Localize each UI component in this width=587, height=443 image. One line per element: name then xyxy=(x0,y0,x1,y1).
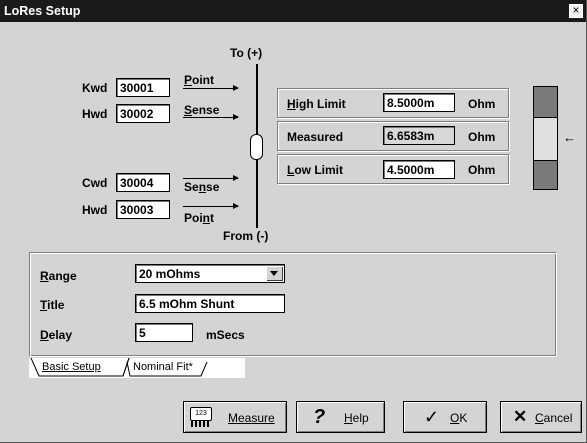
range-label: Range xyxy=(40,269,77,283)
from-minus-label: From (-) xyxy=(223,229,269,243)
high-limit-label: High Limit xyxy=(287,97,346,111)
kwd-label: Kwd xyxy=(82,81,108,95)
title-input[interactable]: 6.5 mOhm Shunt xyxy=(135,294,285,313)
delay-label: Delay xyxy=(40,328,73,342)
tab-basic-setup[interactable]: Basic Setup xyxy=(42,361,101,373)
high-limit-unit: Ohm xyxy=(468,97,496,111)
point-arrow-icon-2 xyxy=(183,203,239,209)
range-dropdown-button[interactable] xyxy=(266,266,283,281)
ok-button[interactable]: ✓ OK xyxy=(403,401,487,433)
hwd-top-input[interactable]: 30002 xyxy=(116,104,170,123)
chevron-down-icon xyxy=(270,271,278,276)
measured-indicator-arrow-icon: ← xyxy=(563,130,576,145)
low-limit-label: Low Limit xyxy=(287,163,344,177)
gauge-high-zone xyxy=(534,87,557,118)
kwd-wire-label: Point xyxy=(184,73,215,87)
to-plus-label: To (+) xyxy=(230,46,263,60)
low-limit-input[interactable]: 4.5000m xyxy=(383,160,455,179)
sense-arrow-icon xyxy=(183,114,239,120)
measure-button[interactable]: 123 Measure xyxy=(183,401,287,433)
cancel-button[interactable]: ✕ Cancel xyxy=(500,401,582,433)
ok-label: OK xyxy=(450,411,468,425)
title-bar: LoRes Setup × xyxy=(0,0,586,22)
cwd-wire-label: Sense xyxy=(184,180,220,194)
range-select[interactable]: 20 mOhms xyxy=(135,264,285,283)
sense-arrow-icon-2 xyxy=(183,175,239,181)
hwd-bottom-wire-label: Point xyxy=(184,211,215,225)
resistor-icon xyxy=(250,134,263,160)
calculator-icon: 123 xyxy=(190,407,212,428)
hwd-bottom-label: Hwd xyxy=(82,203,108,217)
title-label: Title xyxy=(40,298,65,312)
question-icon: ? xyxy=(313,406,326,428)
cancel-label: Cancel xyxy=(535,411,573,425)
delay-input[interactable]: 5 xyxy=(135,323,193,342)
point-arrow-icon xyxy=(183,85,239,91)
limit-gauge xyxy=(533,86,558,190)
cwd-label: Cwd xyxy=(82,176,108,190)
tab-strip: Basic Setup Nominal Fit* xyxy=(29,358,245,378)
gauge-low-zone xyxy=(534,160,557,189)
checkmark-icon: ✓ xyxy=(424,407,440,427)
kwd-input[interactable]: 30001 xyxy=(116,78,170,97)
measured-label: Measured xyxy=(287,130,344,144)
hwd-bottom-input[interactable]: 30003 xyxy=(116,200,170,219)
measured-unit: Ohm xyxy=(468,130,496,144)
lores-setup-window: LoRes Setup × To (+) From (-) Kwd 30001 … xyxy=(0,0,587,443)
probe-line-bottom xyxy=(256,160,258,228)
measure-label: Measure xyxy=(228,411,275,425)
low-limit-unit: Ohm xyxy=(468,163,496,177)
cwd-input[interactable]: 30004 xyxy=(116,173,170,192)
help-label: Help xyxy=(344,411,369,425)
close-button[interactable]: × xyxy=(569,4,583,18)
hwd-top-wire-label: Sense xyxy=(184,103,220,117)
high-limit-input[interactable]: 8.5000m xyxy=(383,93,455,112)
delay-unit: mSecs xyxy=(206,328,245,342)
tab-nominal-fit[interactable]: Nominal Fit* xyxy=(133,361,193,373)
measured-value: 6.6583m xyxy=(383,126,455,145)
x-icon: ✕ xyxy=(513,407,528,426)
setup-panel xyxy=(29,252,557,357)
hwd-top-label: Hwd xyxy=(82,107,108,121)
window-title: LoRes Setup xyxy=(4,4,81,18)
help-button[interactable]: ? Help xyxy=(296,401,385,433)
probe-line-top xyxy=(256,64,258,134)
